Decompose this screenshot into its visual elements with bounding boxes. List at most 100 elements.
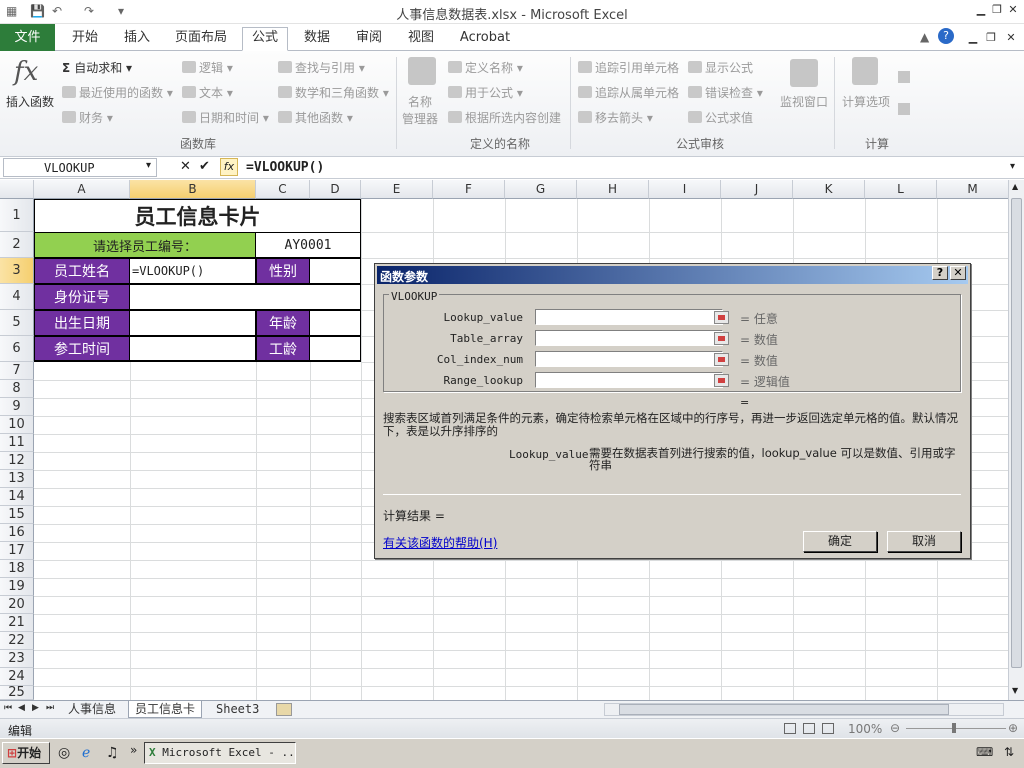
minimize-icon[interactable]: ▁: [974, 3, 988, 17]
row-header[interactable]: 17: [0, 542, 34, 560]
next-sheet-icon[interactable]: ▶: [32, 703, 39, 713]
row-header[interactable]: 9: [0, 398, 34, 416]
media-icon[interactable]: ♫: [106, 745, 119, 761]
trace-precedents-button[interactable]: 追踪引用单元格: [578, 59, 679, 76]
birth-date-label[interactable]: 出生日期: [34, 310, 130, 336]
datetime-button[interactable]: 日期和时间 ▾: [182, 109, 269, 126]
column-header[interactable]: A: [34, 180, 130, 199]
wb-restore-icon[interactable]: ❐: [984, 31, 998, 45]
enter-formula-icon[interactable]: ✔: [199, 159, 210, 174]
more-functions-button[interactable]: 其他函数 ▾: [278, 109, 353, 126]
select-employee-label[interactable]: 请选择员工编号：: [34, 232, 256, 258]
horizontal-scrollbar[interactable]: [604, 703, 1004, 716]
dialog-close-button[interactable]: ✕: [950, 266, 966, 280]
zoom-level[interactable]: 100%: [848, 722, 882, 736]
calc-options-button[interactable]: 计算选项: [842, 93, 890, 110]
collapse-dialog-icon[interactable]: [714, 311, 729, 324]
join-date-label[interactable]: 参工时间: [34, 336, 130, 362]
employee-id-cell[interactable]: AY0001: [256, 232, 361, 258]
row-header[interactable]: 11: [0, 434, 34, 452]
tab-view[interactable]: 视图: [404, 28, 438, 50]
lookup-value-input[interactable]: [535, 309, 723, 325]
horizontal-scroll-thumb[interactable]: [619, 704, 949, 715]
math-button[interactable]: 数学和三角函数 ▾: [278, 84, 389, 101]
restore-icon[interactable]: ❐: [990, 3, 1004, 17]
row-header[interactable]: 8: [0, 380, 34, 398]
row-header[interactable]: 18: [0, 560, 34, 578]
insert-function-button[interactable]: 插入函数: [6, 93, 54, 110]
column-header[interactable]: B: [130, 180, 256, 199]
close-window-icon[interactable]: ✕: [1006, 3, 1020, 17]
column-header[interactable]: J: [721, 180, 793, 199]
row-header[interactable]: 10: [0, 416, 34, 434]
dialog-title-bar[interactable]: 函数参数: [377, 266, 968, 284]
table-array-input[interactable]: [535, 330, 723, 346]
row-header[interactable]: 22: [0, 632, 34, 650]
row-header[interactable]: 21: [0, 614, 34, 632]
row-header[interactable]: 14: [0, 488, 34, 506]
range-lookup-input[interactable]: [535, 372, 723, 388]
name-manager-label-1[interactable]: 名称: [408, 93, 432, 110]
prev-sheet-icon[interactable]: ◀: [18, 703, 25, 713]
scroll-down-icon[interactable]: ▼: [1012, 686, 1018, 695]
calc-now-icon[interactable]: [898, 71, 910, 83]
tab-file[interactable]: 文件: [0, 24, 55, 51]
column-header[interactable]: F: [433, 180, 505, 199]
id-number-label[interactable]: 身份证号: [34, 284, 130, 310]
id-number-value-cell[interactable]: [130, 284, 361, 310]
dialog-help-button[interactable]: ?: [932, 266, 948, 280]
join-date-value-cell[interactable]: [130, 336, 256, 362]
last-sheet-icon[interactable]: ⏭: [46, 703, 54, 713]
name-box[interactable]: VLOOKUP: [3, 158, 157, 177]
column-header[interactable]: D: [310, 180, 361, 199]
scroll-up-icon[interactable]: ▲: [1012, 182, 1018, 191]
cancel-formula-icon[interactable]: ✕: [180, 159, 191, 174]
page-layout-view-icon[interactable]: [803, 723, 815, 734]
birth-date-value-cell[interactable]: [130, 310, 256, 336]
wb-close-icon[interactable]: ✕: [1004, 31, 1018, 45]
insert-function-icon[interactable]: fx: [14, 57, 38, 87]
normal-view-icon[interactable]: [784, 723, 796, 734]
row-header[interactable]: 19: [0, 578, 34, 596]
start-button[interactable]: ⊞开始: [2, 742, 50, 764]
logical-button[interactable]: 逻辑 ▾: [182, 59, 233, 76]
taskbar-excel-button[interactable]: X Microsoft Excel - ...: [144, 742, 296, 764]
tab-review[interactable]: 审阅: [352, 28, 386, 50]
network-icon[interactable]: ⇅: [1004, 745, 1014, 759]
name-manager-label-2[interactable]: 管理器: [402, 110, 438, 127]
tab-page-layout[interactable]: 页面布局: [172, 28, 230, 50]
function-help-link[interactable]: 有关该函数的帮助(H): [383, 534, 497, 551]
more-quicklaunch-icon[interactable]: »: [130, 743, 137, 757]
first-sheet-icon[interactable]: ⏮: [4, 703, 12, 713]
select-all-corner[interactable]: [0, 180, 34, 199]
collapse-dialog-icon[interactable]: [714, 353, 729, 366]
gender-value-cell[interactable]: [310, 258, 361, 284]
age-value-cell[interactable]: [310, 310, 361, 336]
show-formulas-button[interactable]: 显示公式: [688, 59, 753, 76]
row-header[interactable]: 3: [0, 258, 34, 284]
create-from-selection-button[interactable]: 根据所选内容创建: [448, 109, 561, 126]
define-name-button[interactable]: 定义名称 ▾: [448, 59, 523, 76]
row-header[interactable]: 23: [0, 650, 34, 668]
tab-home[interactable]: 开始: [68, 28, 102, 50]
ribbon-collapse-icon[interactable]: ▲: [920, 30, 929, 44]
sheet-tab[interactable]: 员工信息卡: [128, 701, 203, 718]
formula-input[interactable]: =VLOOKUP(): [246, 160, 324, 175]
age-label[interactable]: 年龄: [256, 310, 310, 336]
ok-button[interactable]: 确定: [803, 531, 877, 552]
cancel-button[interactable]: 取消: [887, 531, 961, 552]
column-header[interactable]: H: [577, 180, 649, 199]
collapse-dialog-icon[interactable]: [714, 374, 729, 387]
row-header[interactable]: 2: [0, 232, 34, 258]
row-header[interactable]: 1: [0, 199, 34, 232]
name-box-dropdown-icon[interactable]: ▾: [146, 160, 151, 171]
seniority-value-cell[interactable]: [310, 336, 361, 362]
error-checking-button[interactable]: 错误检查 ▾: [688, 84, 763, 101]
tab-acrobat[interactable]: Acrobat: [458, 28, 512, 50]
row-header[interactable]: 20: [0, 596, 34, 614]
row-header[interactable]: 25: [0, 686, 34, 700]
column-header[interactable]: G: [505, 180, 577, 199]
sheet-tab[interactable]: Sheet3: [210, 701, 265, 718]
row-header[interactable]: 4: [0, 284, 34, 310]
tab-data[interactable]: 数据: [300, 28, 334, 50]
